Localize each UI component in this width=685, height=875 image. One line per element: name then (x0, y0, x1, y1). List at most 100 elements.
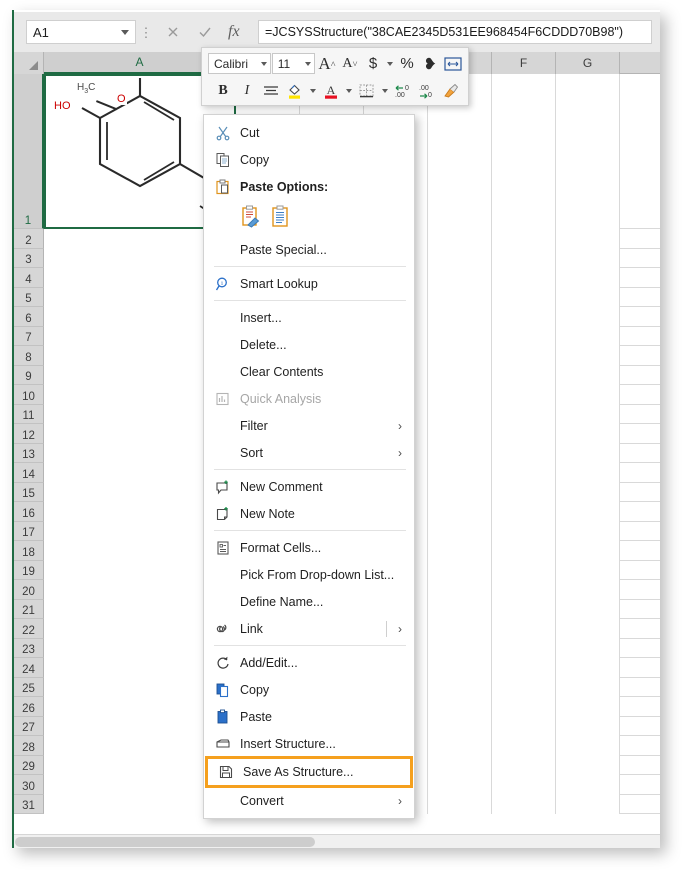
row-header-6[interactable]: 6 (14, 307, 44, 327)
cell-F29[interactable] (492, 756, 556, 776)
row-header-17[interactable]: 17 (14, 522, 44, 542)
menu-item-delete[interactable]: Delete... (204, 331, 414, 358)
cell-E2[interactable] (428, 229, 492, 249)
cell-E23[interactable] (428, 639, 492, 659)
font-color-icon[interactable]: A (320, 79, 342, 102)
cell-F19[interactable] (492, 561, 556, 581)
chevron-right-icon[interactable]: › (394, 446, 406, 460)
cell-E11[interactable] (428, 405, 492, 425)
cell-F3[interactable] (492, 249, 556, 269)
cell-F15[interactable] (492, 483, 556, 503)
cell-F9[interactable] (492, 366, 556, 386)
shrink-font-icon[interactable]: A˅ (339, 52, 361, 75)
cell-G18[interactable] (556, 541, 620, 561)
row-header-10[interactable]: 10 (14, 385, 44, 405)
row-header-29[interactable]: 29 (14, 756, 44, 776)
row-header-8[interactable]: 8 (14, 346, 44, 366)
cell-F10[interactable] (492, 385, 556, 405)
cell-E9[interactable] (428, 366, 492, 386)
cell-G7[interactable] (556, 327, 620, 347)
cell-F17[interactable] (492, 522, 556, 542)
cell-F13[interactable] (492, 444, 556, 464)
menu-item-paste-structure[interactable]: Paste (204, 703, 414, 730)
chevron-down-icon[interactable] (310, 89, 316, 93)
row-header-11[interactable]: 11 (14, 405, 44, 425)
row-header-31[interactable]: 31 (14, 795, 44, 815)
row-header-26[interactable]: 26 (14, 697, 44, 717)
cell-E12[interactable] (428, 424, 492, 444)
menu-item-format-cells[interactable]: Format Cells... (204, 534, 414, 561)
cancel-x-icon[interactable] (164, 23, 182, 41)
cell-E20[interactable] (428, 580, 492, 600)
menu-item-add-edit[interactable]: Add/Edit... (204, 649, 414, 676)
cell-E31[interactable] (428, 795, 492, 815)
insert-function-icon[interactable]: fx (228, 23, 246, 41)
row-header-28[interactable]: 28 (14, 736, 44, 756)
cell-E14[interactable] (428, 463, 492, 483)
percent-format-icon[interactable]: % (396, 52, 418, 75)
cell-E16[interactable] (428, 502, 492, 522)
cell-G16[interactable] (556, 502, 620, 522)
menu-item-paste-special[interactable]: Paste Special... (204, 236, 414, 263)
cell-E22[interactable] (428, 619, 492, 639)
cell-F2[interactable] (492, 229, 556, 249)
cell-E13[interactable] (428, 444, 492, 464)
row-header-30[interactable]: 30 (14, 775, 44, 795)
cell-G21[interactable] (556, 600, 620, 620)
row-header-18[interactable]: 18 (14, 541, 44, 561)
cell-F28[interactable] (492, 736, 556, 756)
row-header-14[interactable]: 14 (14, 463, 44, 483)
merge-center-icon[interactable] (442, 52, 464, 75)
chevron-right-icon[interactable]: › (394, 419, 406, 433)
cell-F7[interactable] (492, 327, 556, 347)
cell-E30[interactable] (428, 775, 492, 795)
chevron-down-icon[interactable] (387, 62, 393, 66)
menu-item-paste-options[interactable]: Paste Options: (204, 173, 414, 200)
row-header-24[interactable]: 24 (14, 658, 44, 678)
cell-E26[interactable] (428, 697, 492, 717)
cell-F6[interactable] (492, 307, 556, 327)
chevron-down-icon[interactable] (346, 89, 352, 93)
cell-E25[interactable] (428, 678, 492, 698)
row-header-27[interactable]: 27 (14, 717, 44, 737)
italic-button[interactable]: I (236, 79, 258, 102)
row-header-23[interactable]: 23 (14, 639, 44, 659)
cell-G24[interactable] (556, 658, 620, 678)
cell-E3[interactable] (428, 249, 492, 269)
confirm-check-icon[interactable] (196, 23, 214, 41)
cell-F11[interactable] (492, 405, 556, 425)
context-menu[interactable]: CutCopyPaste Options: Paste Special...iS… (203, 114, 415, 819)
menu-item-link[interactable]: Link› (204, 615, 414, 642)
cell-E24[interactable] (428, 658, 492, 678)
cell-F25[interactable] (492, 678, 556, 698)
paste-values-icon[interactable] (270, 205, 292, 232)
row-header-21[interactable]: 21 (14, 600, 44, 620)
align-center-icon[interactable] (260, 79, 282, 102)
row-header-2[interactable]: 2 (14, 229, 44, 249)
menu-item-new-note[interactable]: New Note (204, 500, 414, 527)
cell-G9[interactable] (556, 366, 620, 386)
cell-E28[interactable] (428, 736, 492, 756)
cell-F31[interactable] (492, 795, 556, 815)
cell-F30[interactable] (492, 775, 556, 795)
cell-G26[interactable] (556, 697, 620, 717)
cell-E7[interactable] (428, 327, 492, 347)
scrollbar-thumb[interactable] (15, 837, 315, 847)
menu-item-new-comment[interactable]: New Comment (204, 473, 414, 500)
chevron-down-icon[interactable] (121, 30, 129, 35)
cell-F26[interactable] (492, 697, 556, 717)
cell-E4[interactable] (428, 268, 492, 288)
cell-E29[interactable] (428, 756, 492, 776)
row-header-7[interactable]: 7 (14, 327, 44, 347)
cell-G29[interactable] (556, 756, 620, 776)
cell-E10[interactable] (428, 385, 492, 405)
cell-E6[interactable] (428, 307, 492, 327)
font-size-combo[interactable]: 11 (272, 53, 315, 74)
cell-F21[interactable] (492, 600, 556, 620)
row-header-4[interactable]: 4 (14, 268, 44, 288)
cell-F22[interactable] (492, 619, 556, 639)
currency-format-icon[interactable]: $ (362, 52, 384, 75)
cell-E17[interactable] (428, 522, 492, 542)
formula-input[interactable]: =JCSYSStructure("38CAE2345D531EE968454F6… (258, 20, 652, 44)
cell-G10[interactable] (556, 385, 620, 405)
